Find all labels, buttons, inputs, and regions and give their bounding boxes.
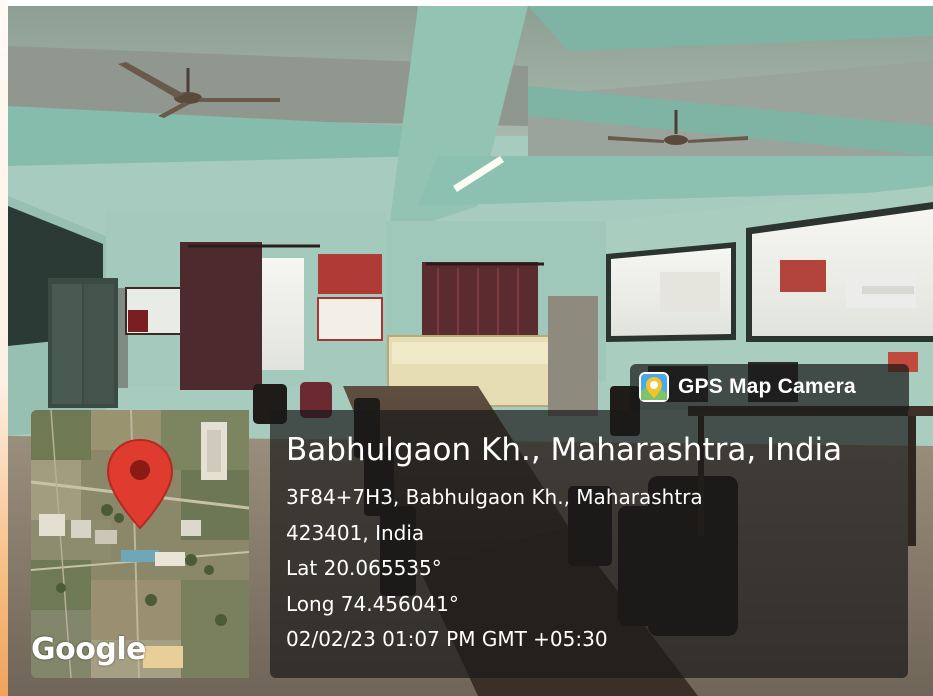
place-title: Babhulgaon Kh., Maharashtra, India <box>286 432 843 468</box>
map-provider-logo: Google <box>31 632 146 667</box>
satellite-map-thumbnail: Google <box>31 410 249 678</box>
longitude-text: Long 74.456041° <box>286 591 459 616</box>
edge-strip <box>0 0 8 696</box>
map-pin-app-icon <box>639 372 669 402</box>
red-location-pin-icon <box>106 438 174 530</box>
app-badge-label: GPS Map Camera <box>678 375 856 398</box>
address-line-1: 3F84+7H3, Babhulgaon Kh., Maharashtra <box>286 485 703 509</box>
location-info-panel: Babhulgaon Kh., Maharashtra, India 3F84+… <box>270 410 908 678</box>
photo-frame: GPS Map Camera Babhulgaon Kh., Maharasht… <box>0 0 933 696</box>
gps-app-badge: GPS Map Camera <box>630 364 909 410</box>
datetime-text: 02/02/23 01:07 PM GMT +05:30 <box>286 627 608 651</box>
latitude-text: Lat 20.065535° <box>286 556 442 580</box>
address-line-2: 423401, India <box>286 520 425 545</box>
